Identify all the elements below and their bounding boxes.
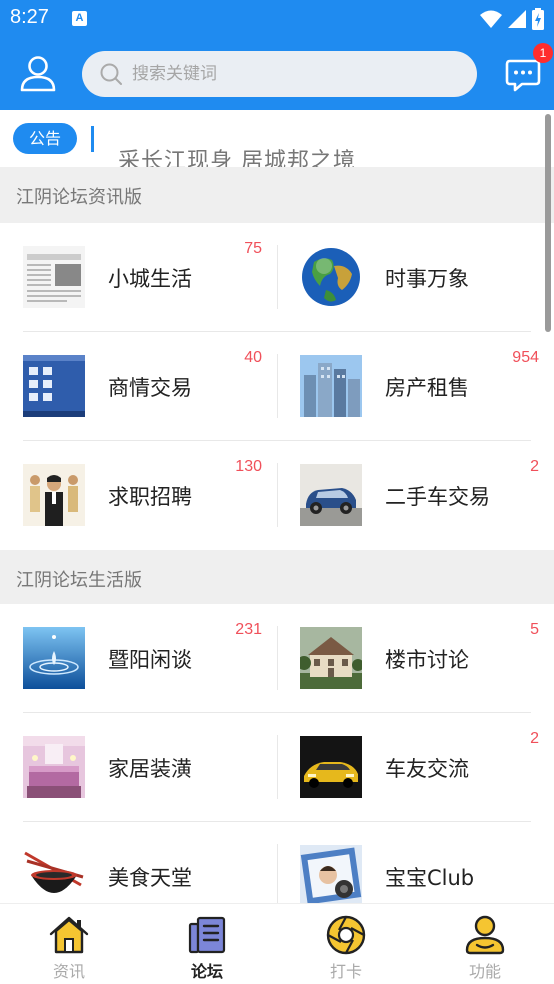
user-icon <box>20 56 56 92</box>
forum-item-count: 2 <box>530 730 539 747</box>
nav-tab-functions[interactable]: 功能 <box>416 904 554 984</box>
forum-item-real-estate[interactable]: 房产租售 954 <box>277 332 554 441</box>
forum-row: 暨阳闲谈 231 楼市讨论 5 <box>0 604 554 713</box>
messages-badge: 1 <box>533 43 553 63</box>
forum-item-label: 美食天堂 <box>108 866 192 890</box>
notice-bar[interactable]: 公告 采长江现身 居城邦之境 <box>0 110 554 167</box>
nav-label: 论坛 <box>190 962 223 981</box>
nav-label: 功能 <box>468 962 501 981</box>
home-icon <box>49 916 89 954</box>
forum-item-used-cars[interactable]: 二手车交易 2 <box>277 441 554 550</box>
forum-icon <box>188 916 226 954</box>
forum-item-count: 231 <box>235 621 262 638</box>
nav-label: 打卡 <box>329 962 362 981</box>
forum-item-city-life[interactable]: 小城生活 75 <box>0 223 277 332</box>
newspaper-thumb <box>23 246 85 308</box>
forum-item-chat[interactable]: 暨阳闲谈 231 <box>0 604 277 713</box>
buildings-thumb <box>300 355 362 417</box>
section-title: 江阴论坛生活版 <box>16 570 142 591</box>
status-icons <box>480 8 544 30</box>
forum-row: 商情交易 40 房产租售 954 <box>0 332 554 441</box>
forum-item-business[interactable]: 商情交易 40 <box>0 332 277 441</box>
forum-item-label: 求职招聘 <box>108 485 192 509</box>
water-drop-thumb <box>23 627 85 689</box>
column-divider <box>277 735 278 799</box>
forum-item-count: 2 <box>530 458 539 475</box>
column-divider <box>277 245 278 309</box>
profile-icon <box>465 915 505 955</box>
forum-item-count: 5 <box>530 621 539 638</box>
column-divider <box>277 844 278 908</box>
forum-item-count: 954 <box>512 349 539 366</box>
forum-item-label: 二手车交易 <box>385 485 490 509</box>
battery-icon <box>532 8 544 30</box>
forum-item-label: 车友交流 <box>385 757 469 781</box>
nav-tab-forum[interactable]: 论坛 <box>138 904 276 984</box>
status-time: 8:27 <box>10 6 49 28</box>
forum-row: 小城生活 75 时事万象 <box>0 223 554 332</box>
forum-item-label: 小城生活 <box>108 267 192 291</box>
wifi-icon <box>480 10 502 28</box>
globe-thumb <box>300 246 362 308</box>
bedroom-thumb <box>23 736 85 798</box>
forum-row: 家居装潢 车友交流 2 <box>0 713 554 822</box>
forum-item-home-decor[interactable]: 家居装潢 <box>0 713 277 822</box>
people-thumb <box>23 464 85 526</box>
column-divider <box>277 463 278 527</box>
scrollbar[interactable] <box>545 114 551 332</box>
header <box>0 38 554 110</box>
forum-item-label: 家居装潢 <box>108 757 192 781</box>
notice-divider <box>91 126 94 152</box>
section-title: 江阴论坛资讯版 <box>16 187 142 208</box>
bowl-thumb <box>23 845 85 907</box>
notification-a-icon: A <box>72 11 87 26</box>
forum-item-housing-market[interactable]: 楼市讨论 5 <box>277 604 554 713</box>
status-bar: 8:27 A <box>0 0 554 38</box>
column-divider <box>277 354 278 418</box>
forum-item-count: 40 <box>244 349 262 366</box>
baby-thumb <box>300 845 362 907</box>
forum-item-count: 130 <box>235 458 262 475</box>
car-thumb <box>300 464 362 526</box>
forum-item-jobs[interactable]: 求职招聘 130 <box>0 441 277 550</box>
forum-item-label: 时事万象 <box>385 267 469 291</box>
forum-item-car-club[interactable]: 车友交流 2 <box>277 713 554 822</box>
section-header-news: 江阴论坛资讯版 <box>0 167 554 223</box>
notice-tag: 公告 <box>13 123 77 154</box>
forum-item-label: 楼市讨论 <box>385 648 469 672</box>
nav-tab-checkin[interactable]: 打卡 <box>277 904 415 984</box>
section-header-life: 江阴论坛生活版 <box>0 550 554 606</box>
forum-row: 求职招聘 130 二手车交易 2 <box>0 441 554 550</box>
notice-text[interactable]: 采长江现身 居城邦之境 <box>118 143 356 167</box>
chat-bubble-icon <box>505 59 541 92</box>
nav-tab-news[interactable]: 资讯 <box>0 904 138 984</box>
desktop-thumb <box>23 355 85 417</box>
forum-item-label: 商情交易 <box>108 376 192 400</box>
house-thumb <box>300 627 362 689</box>
column-divider <box>277 626 278 690</box>
checkin-icon <box>326 915 366 955</box>
search-input[interactable] <box>132 51 462 97</box>
forum-item-count: 75 <box>244 240 262 257</box>
signal-icon <box>508 10 526 28</box>
forum-item-label: 暨阳闲谈 <box>108 648 192 672</box>
nav-label: 资讯 <box>52 962 85 981</box>
messages-button[interactable] <box>505 58 541 92</box>
sportscar-thumb <box>300 736 362 798</box>
user-profile-button[interactable] <box>18 54 58 94</box>
forum-item-current-affairs[interactable]: 时事万象 <box>277 223 554 332</box>
forum-item-label: 房产租售 <box>385 376 469 400</box>
search-box[interactable] <box>82 51 477 97</box>
search-icon <box>100 63 122 85</box>
forum-item-label: 宝宝Club <box>385 866 475 890</box>
bottom-nav: 资讯 论坛 打卡 功能 <box>0 903 554 984</box>
